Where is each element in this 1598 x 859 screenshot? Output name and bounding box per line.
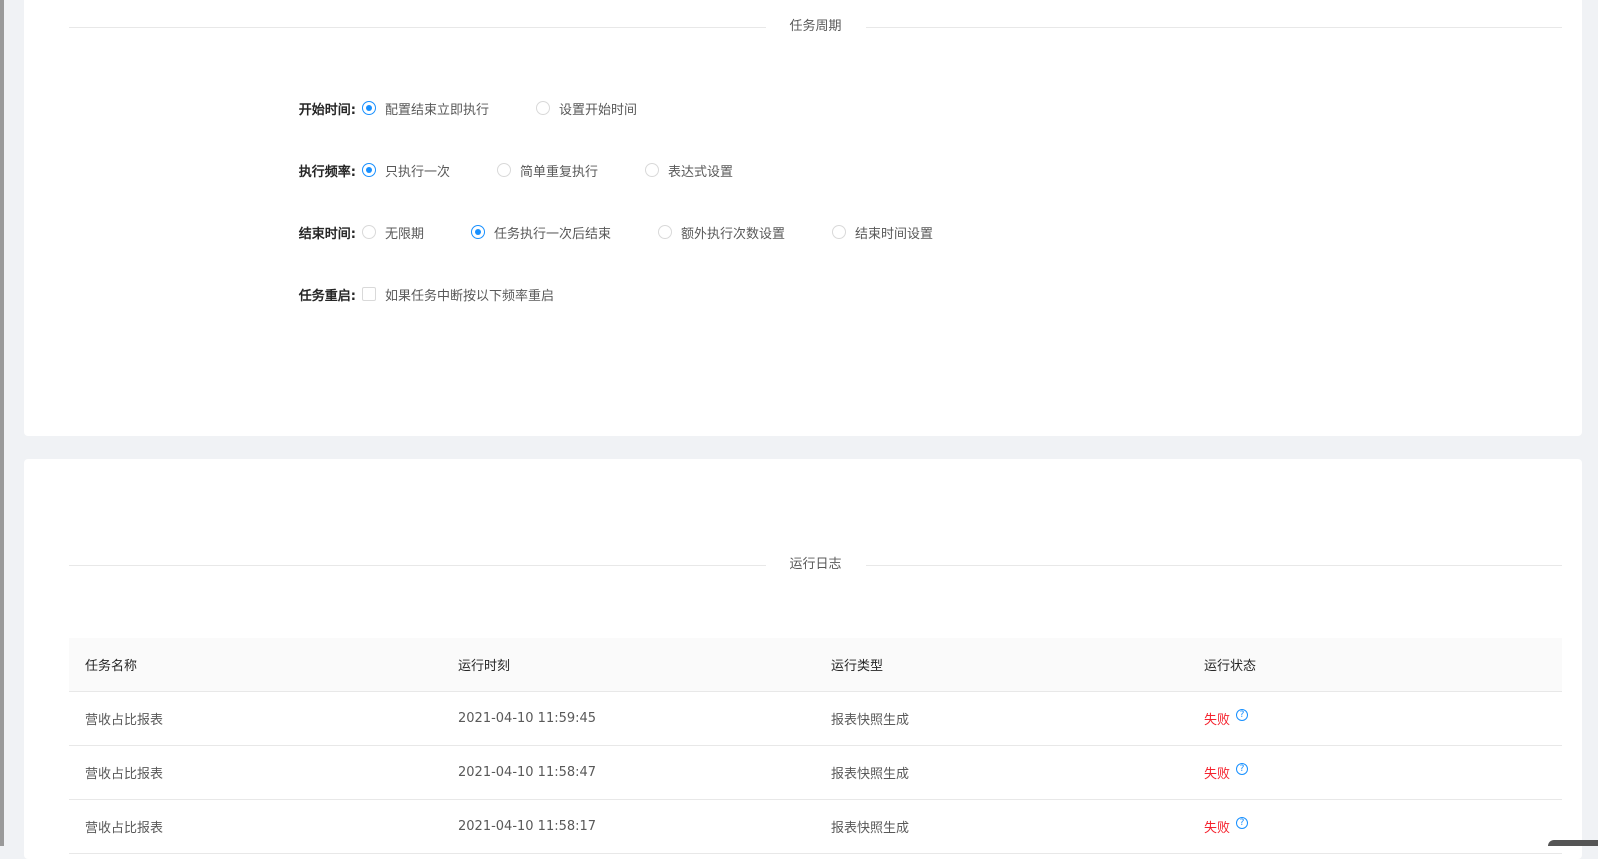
restart-label: 任务重启: xyxy=(236,285,356,304)
end-after-once-radio[interactable]: 任务执行一次后结束 xyxy=(471,223,611,242)
run-status-cell: 失败 ? xyxy=(1188,817,1562,836)
start-time-row: 开始时间: 配置结束立即执行 设置开始时间 xyxy=(24,97,1582,119)
restart-row: 任务重启: 如果任务中断按以下频率重启 xyxy=(24,283,1582,305)
task-name-cell: 营收占比报表 xyxy=(69,763,442,782)
status-failed-text: 失败 xyxy=(1204,817,1230,836)
expression-label: 表达式设置 xyxy=(668,161,733,180)
column-header-run-type[interactable]: 运行类型 xyxy=(815,655,1188,674)
extra-runs-label: 额外执行次数设置 xyxy=(681,223,785,242)
frequency-label: 执行频率: xyxy=(236,161,356,180)
set-start-time-label: 设置开始时间 xyxy=(559,99,637,118)
start-immediately-radio[interactable]: 配置结束立即执行 xyxy=(362,99,489,118)
checkbox-unchecked-icon xyxy=(362,287,376,301)
simple-repeat-radio[interactable]: 简单重复执行 xyxy=(497,161,598,180)
end-time-label: 结束时间: xyxy=(236,223,356,242)
frequency-radio-group: 只执行一次 简单重复执行 表达式设置 xyxy=(362,161,733,180)
table-row: 营收占比报表 2021-04-10 11:59:45 报表快照生成 失败 ? xyxy=(69,692,1562,746)
log-divider: 运行日志 xyxy=(69,555,1562,575)
column-header-task-name[interactable]: 任务名称 xyxy=(69,655,442,674)
run-status-cell: 失败 ? xyxy=(1188,709,1562,728)
column-header-run-status[interactable]: 运行状态 xyxy=(1188,655,1562,674)
extra-runs-radio[interactable]: 额外执行次数设置 xyxy=(658,223,785,242)
radio-unchecked-icon xyxy=(497,163,511,177)
schedule-divider: 任务周期 xyxy=(69,17,1562,37)
question-circle-icon[interactable]: ? xyxy=(1236,817,1248,829)
run-type-cell: 报表快照生成 xyxy=(815,817,1188,836)
frequency-row: 执行频率: 只执行一次 简单重复执行 表达式设置 xyxy=(24,159,1582,181)
radio-unchecked-icon xyxy=(658,225,672,239)
end-time-radio-group: 无限期 任务执行一次后结束 额外执行次数设置 结束时间设置 xyxy=(362,223,933,242)
run-once-radio[interactable]: 只执行一次 xyxy=(362,161,450,180)
restart-checkbox[interactable]: 如果任务中断按以下频率重启 xyxy=(362,285,554,304)
simple-repeat-label: 简单重复执行 xyxy=(520,161,598,180)
table-header: 任务名称 运行时刻 运行类型 运行状态 xyxy=(69,638,1562,692)
run-time-cell: 2021-04-10 11:58:47 xyxy=(442,765,815,780)
end-time-setting-radio[interactable]: 结束时间设置 xyxy=(832,223,933,242)
start-immediately-label: 配置结束立即执行 xyxy=(385,99,489,118)
restart-checkbox-label: 如果任务中断按以下频率重启 xyxy=(385,285,554,304)
run-status-cell: 失败 ? xyxy=(1188,763,1562,782)
end-time-setting-label: 结束时间设置 xyxy=(855,223,933,242)
start-time-label: 开始时间: xyxy=(236,99,356,118)
log-table: 任务名称 运行时刻 运行类型 运行状态 营收占比报表 2021-04-10 11… xyxy=(69,638,1562,854)
no-limit-label: 无限期 xyxy=(385,223,424,242)
task-name-cell: 营收占比报表 xyxy=(69,817,442,836)
end-after-once-label: 任务执行一次后结束 xyxy=(494,223,611,242)
window-corner xyxy=(1548,840,1598,846)
run-type-cell: 报表快照生成 xyxy=(815,763,1188,782)
restart-option: 如果任务中断按以下频率重启 xyxy=(362,285,554,304)
status-failed-text: 失败 xyxy=(1204,709,1230,728)
question-circle-icon[interactable]: ? xyxy=(1236,763,1248,775)
run-time-cell: 2021-04-10 11:58:17 xyxy=(442,819,815,834)
run-type-cell: 报表快照生成 xyxy=(815,709,1188,728)
left-window-edge xyxy=(0,0,4,846)
column-header-run-time[interactable]: 运行时刻 xyxy=(442,655,815,674)
radio-checked-icon xyxy=(362,163,376,177)
radio-unchecked-icon xyxy=(362,225,376,239)
set-start-time-radio[interactable]: 设置开始时间 xyxy=(536,99,637,118)
radio-unchecked-icon xyxy=(536,101,550,115)
schedule-section-title: 任务周期 xyxy=(765,18,865,36)
task-name-cell: 营收占比报表 xyxy=(69,709,442,728)
schedule-card: 任务周期 开始时间: 配置结束立即执行 设置开始时间 执行频率: 只执行一次 简 xyxy=(24,0,1582,436)
radio-checked-icon xyxy=(362,101,376,115)
radio-unchecked-icon xyxy=(645,163,659,177)
question-circle-icon[interactable]: ? xyxy=(1236,709,1248,721)
radio-unchecked-icon xyxy=(832,225,846,239)
table-row: 营收占比报表 2021-04-10 11:58:47 报表快照生成 失败 ? xyxy=(69,746,1562,800)
no-limit-radio[interactable]: 无限期 xyxy=(362,223,424,242)
run-time-cell: 2021-04-10 11:59:45 xyxy=(442,711,815,726)
expression-radio[interactable]: 表达式设置 xyxy=(645,161,733,180)
status-failed-text: 失败 xyxy=(1204,763,1230,782)
radio-checked-icon xyxy=(471,225,485,239)
log-section-title: 运行日志 xyxy=(765,556,865,574)
log-card: 运行日志 任务名称 运行时刻 运行类型 运行状态 营收占比报表 2021-04-… xyxy=(24,459,1582,859)
run-once-label: 只执行一次 xyxy=(385,161,450,180)
start-time-radio-group: 配置结束立即执行 设置开始时间 xyxy=(362,99,637,118)
end-time-row: 结束时间: 无限期 任务执行一次后结束 额外执行次数设置 结束时间设置 xyxy=(24,221,1582,243)
